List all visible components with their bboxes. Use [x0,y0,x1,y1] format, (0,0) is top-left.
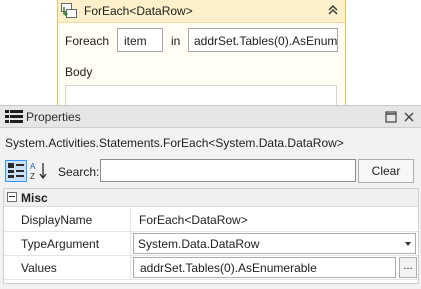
category-label: Misc [21,191,48,205]
typeargument-dropdown[interactable]: System.Data.DataRow [133,233,416,254]
categorized-view-icon [8,163,24,178]
close-icon[interactable] [402,110,416,124]
restore-window-icon[interactable] [385,111,397,123]
selected-type-name: System.Activities.Statements.ForEach<Sys… [5,136,344,150]
typeargument-value: System.Data.DataRow [138,237,260,251]
alphabetical-view-button[interactable]: A Z [29,160,49,182]
collapse-category-toggle[interactable] [7,192,17,202]
property-name: DisplayName [21,213,93,227]
collection-expression-input[interactable]: addrSet.Tables(0).AsEnum [188,28,338,52]
dropdown-arrow-icon[interactable] [405,242,411,246]
property-row-typeargument[interactable]: TypeArgument System.Data.DataRow [4,232,418,256]
foreach-label: Foreach [65,34,110,48]
property-row-values[interactable]: Values addrSet.Tables(0).AsEnumerable ..… [4,256,418,280]
foreach-activity[interactable]: ForEach<DataRow> Foreach item in addrSet… [57,0,346,105]
properties-list-icon [5,110,23,123]
properties-panel: Properties System.Activities.Statements.… [0,105,421,289]
activity-header[interactable]: ForEach<DataRow> [58,0,345,23]
body-drop-zone[interactable] [65,85,337,105]
values-expression-input[interactable]: addrSet.Tables(0).AsEnumerable [133,257,396,278]
category-row-misc[interactable]: Misc [4,189,418,207]
search-input[interactable] [100,159,356,182]
body-label: Body [65,65,93,79]
ellipsis-button[interactable]: ... [399,257,417,278]
properties-titlebar[interactable]: Properties [0,106,421,128]
svg-text:A: A [30,162,36,171]
property-name: Values [21,261,57,275]
property-value-cell[interactable]: addrSet.Tables(0).AsEnumerable ... [130,256,418,279]
clear-button[interactable]: Clear [358,159,414,183]
properties-toolbar: A Z Search: Clear [0,156,421,186]
search-label: Search: [58,165,100,179]
panel-title: Properties [26,110,81,124]
property-value-cell[interactable]: ForEach<DataRow> [130,208,418,231]
displayname-value[interactable]: ForEach<DataRow> [139,213,248,227]
in-label: in [171,34,181,48]
sort-alphabetical-icon: A Z [30,162,47,181]
activity-title: ForEach<DataRow> [84,4,193,18]
values-expression-text: addrSet.Tables(0).AsEnumerable [140,261,317,275]
foreach-activity-icon [61,3,77,18]
double-chevron-up-icon[interactable] [326,3,340,17]
property-value-cell[interactable]: System.Data.DataRow [130,232,418,255]
workflow-designer-canvas: ForEach<DataRow> Foreach item in addrSet… [0,0,421,105]
item-variable-input[interactable]: item [117,28,163,52]
categorized-view-button[interactable] [5,160,27,182]
property-grid: Misc DisplayName ForEach<DataRow> TypeAr… [3,188,419,284]
property-row-displayname[interactable]: DisplayName ForEach<DataRow> [4,208,418,232]
svg-text:Z: Z [30,172,35,181]
property-name: TypeArgument [21,237,100,251]
